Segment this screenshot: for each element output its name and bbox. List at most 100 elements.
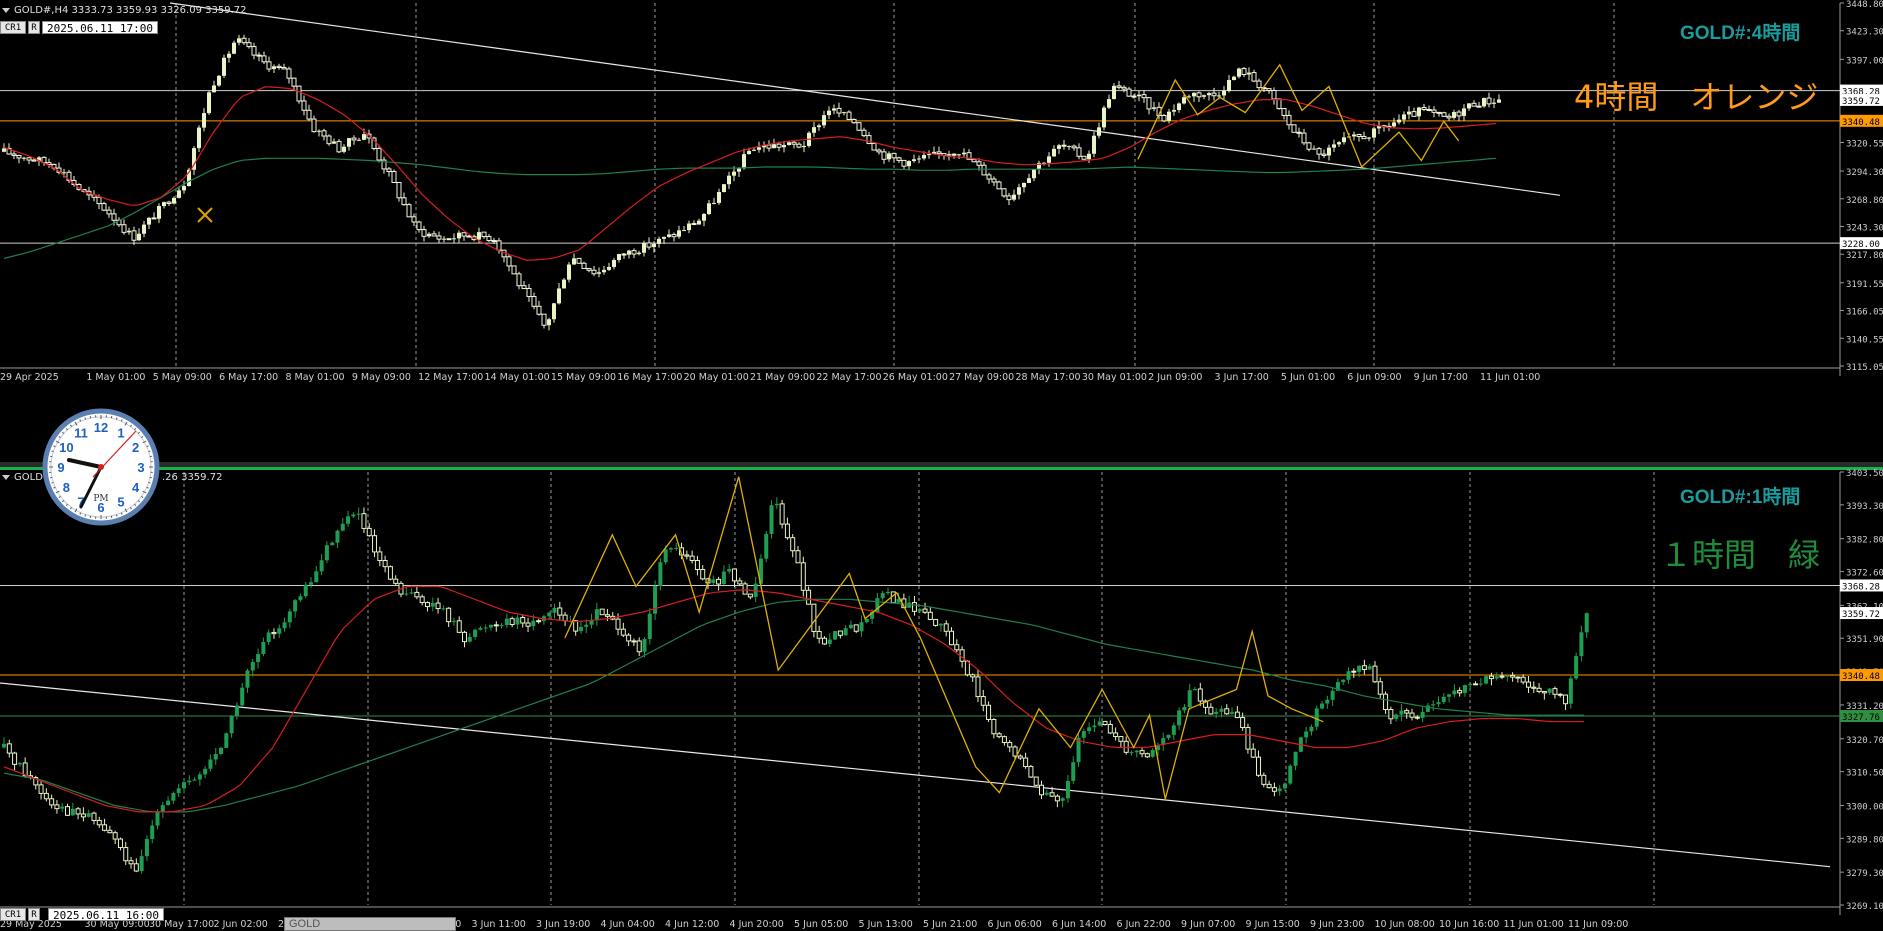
candle-body bbox=[317, 130, 321, 132]
candle-body bbox=[6, 743, 12, 754]
candle-body bbox=[1266, 783, 1272, 789]
candle-body bbox=[1441, 112, 1447, 117]
candle-body bbox=[1251, 72, 1257, 82]
candle-body bbox=[1457, 690, 1463, 694]
chart-tab-gold[interactable]: GOLD bbox=[284, 917, 456, 931]
time-axis-label: 5 Jun 13:00 bbox=[859, 919, 913, 930]
candle-body bbox=[121, 224, 127, 233]
candle-body bbox=[636, 640, 642, 653]
candle-body bbox=[876, 149, 882, 153]
candle-body bbox=[722, 184, 726, 192]
candle-body bbox=[1118, 736, 1124, 742]
candle-body bbox=[986, 174, 992, 180]
price-tick-label: 3289.80 bbox=[1846, 835, 1883, 845]
bottom-r-button[interactable]: R bbox=[28, 908, 40, 921]
candle-body bbox=[1383, 693, 1389, 711]
candle-body bbox=[493, 624, 499, 627]
candle-body bbox=[1081, 155, 1087, 160]
candle-body bbox=[1467, 103, 1471, 109]
candle-body bbox=[663, 549, 668, 563]
candle-body bbox=[547, 319, 551, 326]
candle-body bbox=[356, 513, 361, 515]
candle-body bbox=[1342, 137, 1346, 143]
candle-body bbox=[1388, 709, 1394, 720]
candle-body bbox=[391, 171, 397, 184]
candle-body bbox=[1478, 683, 1483, 685]
candle-body bbox=[361, 513, 367, 529]
candle-body bbox=[573, 620, 579, 632]
candle-body bbox=[531, 296, 537, 307]
candle-body bbox=[457, 232, 461, 239]
collapse-triangle-icon[interactable] bbox=[2, 474, 10, 480]
candle-body bbox=[861, 129, 867, 137]
candle-body bbox=[1372, 665, 1378, 683]
clock-tick bbox=[51, 450, 54, 453]
candle-body bbox=[657, 238, 661, 244]
candle-body bbox=[207, 92, 211, 114]
candle-body bbox=[172, 197, 176, 204]
candle-body bbox=[521, 285, 527, 289]
candle-body bbox=[347, 138, 351, 147]
candle-body bbox=[376, 148, 382, 161]
bottom-cr1-button[interactable]: CR1 bbox=[0, 908, 26, 921]
candle-body bbox=[891, 152, 897, 159]
bottom-annotation-label: １時間 緑 bbox=[1660, 536, 1821, 574]
candle-body bbox=[1032, 169, 1036, 179]
candle-body bbox=[971, 158, 977, 163]
collapse-triangle-icon[interactable] bbox=[2, 7, 10, 13]
moving-average-red bbox=[3, 86, 1497, 261]
candle-body bbox=[387, 566, 393, 580]
candle-body bbox=[1054, 795, 1060, 802]
candle-body bbox=[96, 196, 102, 205]
candle-body bbox=[1520, 676, 1526, 683]
candle-body bbox=[700, 569, 706, 580]
candle-body bbox=[1314, 708, 1319, 727]
candle-body bbox=[859, 622, 864, 632]
clock-tick bbox=[84, 514, 87, 517]
candle-body bbox=[166, 800, 171, 806]
candle-body bbox=[441, 608, 446, 610]
candle-body bbox=[491, 240, 497, 243]
candle-body bbox=[31, 159, 37, 162]
time-axis-label: 11 Jun 01:00 bbox=[1504, 919, 1564, 930]
candle-body bbox=[1332, 144, 1336, 148]
candle-body bbox=[887, 153, 891, 160]
candle-body bbox=[446, 238, 452, 241]
candle-body bbox=[467, 636, 472, 642]
candle-body bbox=[340, 523, 345, 531]
candle-body bbox=[584, 624, 589, 627]
clock-tick bbox=[115, 514, 118, 517]
candle-body bbox=[1320, 703, 1325, 709]
candle-body bbox=[1367, 666, 1372, 670]
candle-body bbox=[711, 579, 716, 583]
candle-body bbox=[102, 824, 108, 831]
price-tag-label: 3340.48 bbox=[1842, 672, 1880, 682]
top-r-button[interactable]: R bbox=[28, 21, 40, 34]
candle-body bbox=[106, 209, 112, 215]
candle-body bbox=[557, 288, 561, 304]
clock-numeral: 11 bbox=[74, 425, 88, 440]
candle-body bbox=[1166, 734, 1171, 739]
candle-body bbox=[362, 134, 366, 140]
candle-body bbox=[594, 609, 599, 621]
price-tick-label: 3403.50 bbox=[1846, 469, 1883, 479]
candle-body bbox=[980, 696, 986, 706]
candle-body bbox=[17, 762, 22, 765]
top-cr1-button[interactable]: CR1 bbox=[0, 21, 26, 34]
candle-body bbox=[949, 630, 955, 646]
candle-body bbox=[271, 631, 277, 635]
candle-body bbox=[1476, 105, 1482, 108]
candle-body bbox=[192, 779, 197, 781]
candle-body bbox=[203, 768, 208, 775]
candle-body bbox=[1219, 708, 1224, 712]
candle-body bbox=[936, 151, 942, 155]
time-axis-label: 10 Jun 16:00 bbox=[1439, 919, 1499, 930]
clock-tick bbox=[148, 450, 151, 453]
candle-body bbox=[1482, 98, 1486, 107]
price-tick-label: 3140.55 bbox=[1846, 335, 1883, 345]
candle-body bbox=[1330, 690, 1335, 700]
candle-body bbox=[779, 503, 785, 525]
candle-body bbox=[336, 140, 342, 153]
price-tick-label: 3269.10 bbox=[1846, 902, 1883, 912]
candle-body bbox=[631, 250, 637, 255]
